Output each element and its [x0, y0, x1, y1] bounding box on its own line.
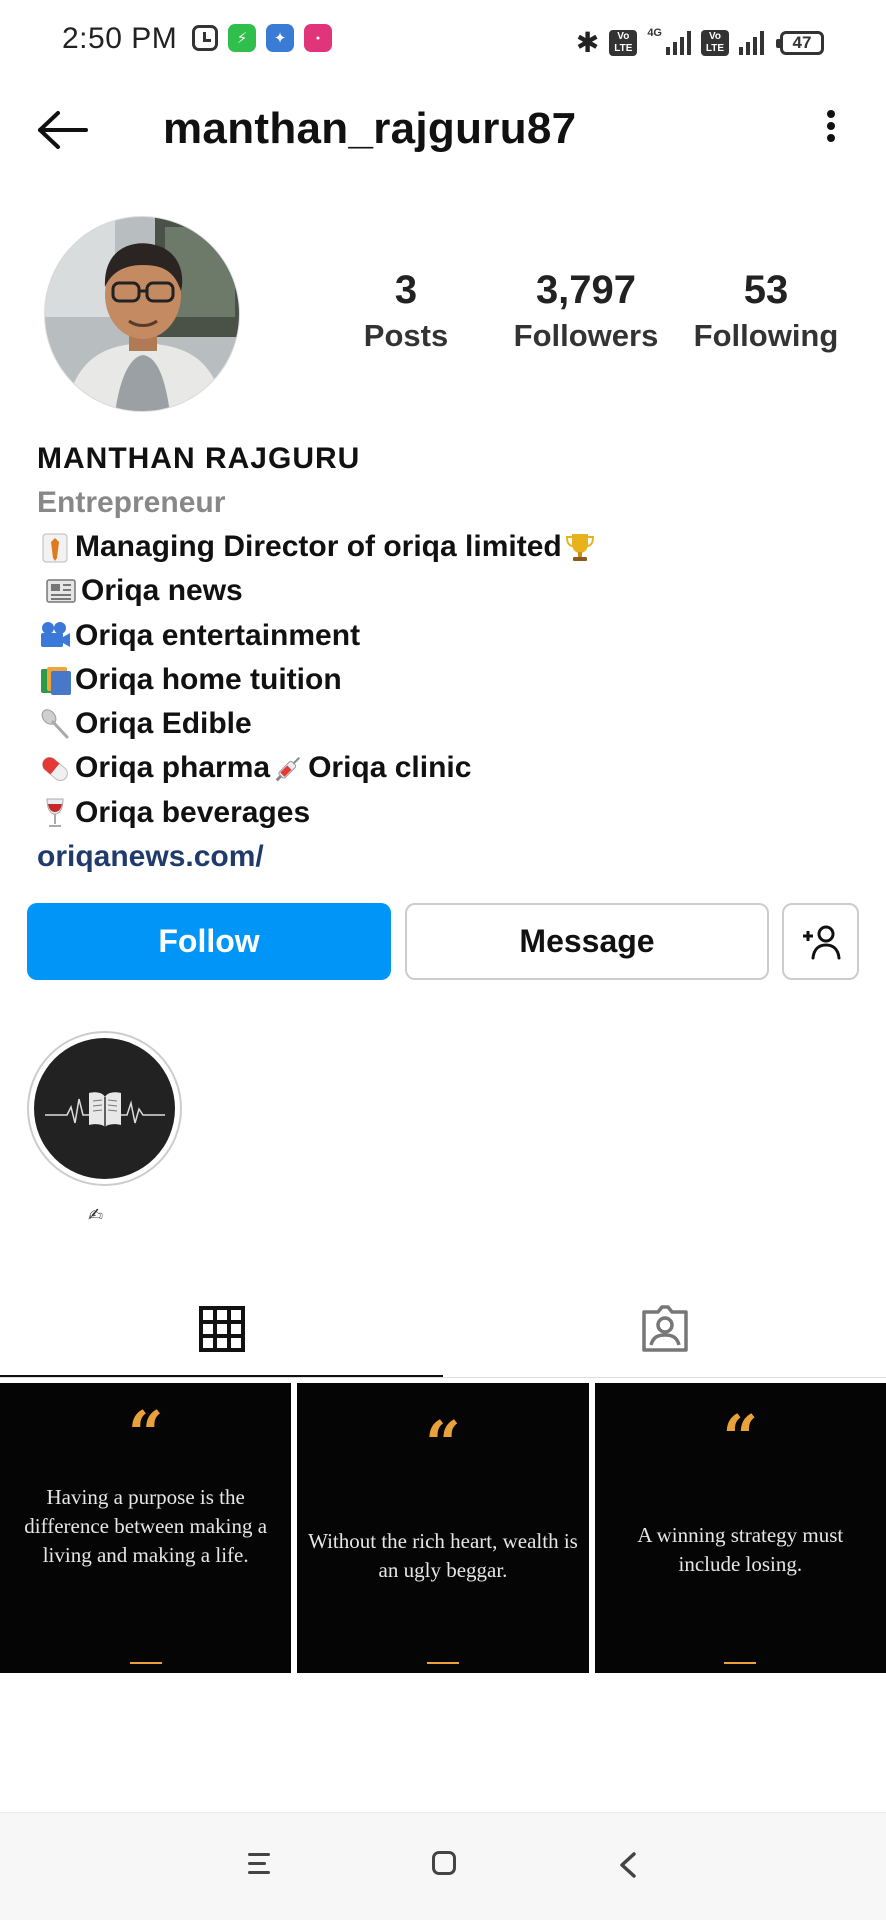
profile-bio: MANTHAN RAJGURU Entrepreneur Managing Di… — [37, 437, 857, 879]
bio-line-text: Oriqa entertainment — [75, 618, 361, 652]
bio-line-text: Oriqa clinic — [308, 751, 472, 785]
quote-accent-line — [129, 1662, 162, 1664]
book-heartbeat-icon — [44, 1091, 165, 1127]
network-type: 4G — [647, 26, 662, 39]
followers-count: 3,797 — [535, 268, 637, 312]
profile-display-name: MANTHAN RAJGURU — [37, 442, 361, 475]
profile-header-bar: manthan_rajguru87 — [0, 90, 886, 170]
volte-icon: Vo LTE — [609, 29, 638, 56]
grid-icon — [198, 1305, 245, 1352]
spoon-icon — [41, 709, 69, 739]
bio-line: Oriqa home tuition — [37, 658, 857, 702]
highlight-label: ✍ — [88, 1205, 104, 1225]
following-label: Following — [693, 318, 839, 353]
wine-glass-icon — [46, 798, 64, 827]
bio-line: Oriqa Edible — [37, 702, 857, 746]
tagged-person-icon — [641, 1304, 688, 1352]
posts-label: Posts — [363, 318, 449, 353]
newspaper-icon — [46, 579, 76, 604]
quote-accent-line — [426, 1662, 459, 1664]
status-time: 2:50 PM — [62, 22, 178, 55]
bio-line: Oriqa pharma Oriqa clinic — [37, 746, 857, 790]
add-person-icon — [802, 925, 840, 959]
suggested-users-button[interactable] — [782, 903, 859, 980]
profile-username: manthan_rajguru87 — [163, 104, 577, 153]
system-navigation-bar — [0, 1812, 886, 1920]
bio-line: Oriqa news — [37, 569, 857, 613]
stat-followers[interactable]: 3,797 Followers — [496, 266, 676, 354]
pill-icon — [42, 756, 68, 781]
following-count: 53 — [743, 268, 789, 312]
bio-line-text: Managing Director of oriqa limited — [75, 530, 562, 563]
post-tile[interactable]: “ Without the rich heart, wealth is an u… — [297, 1383, 589, 1673]
bio-line: Oriqa beverages — [37, 791, 857, 835]
profile-avatar[interactable] — [44, 216, 240, 412]
stat-following[interactable]: 53 Following — [676, 266, 856, 354]
bio-line-text: Oriqa news — [81, 574, 243, 608]
profile-category: Entrepreneur — [37, 486, 226, 519]
tab-tagged[interactable] — [443, 1280, 886, 1377]
bio-line-text: Oriqa Edible — [75, 707, 252, 741]
bio-line-text: Oriqa pharma — [75, 751, 271, 785]
followers-label: Followers — [513, 318, 659, 353]
bio-line-text: Oriqa home tuition — [75, 662, 342, 696]
books-icon — [41, 667, 71, 696]
status-system-icons: ✱ Vo LTE 4G Vo LTE 47 — [576, 26, 824, 59]
profile-website-link[interactable]: oriqanews.com/ — [37, 835, 857, 879]
tab-posts-grid[interactable] — [0, 1280, 443, 1377]
avatar-photo — [45, 217, 239, 411]
battery-icon: 47 — [776, 30, 824, 55]
bio-line: Oriqa entertainment — [37, 614, 857, 658]
quote-accent-line — [724, 1662, 757, 1664]
story-highlight[interactable] — [27, 1031, 182, 1186]
profile-stats: 3 Posts 3,797 Followers 53 Following — [316, 266, 856, 354]
status-notification-icons: ⚡ ✦ ● — [192, 24, 332, 52]
signal-icon-2 — [739, 30, 764, 55]
recent-apps-icon[interactable] — [248, 1853, 270, 1880]
home-icon[interactable] — [432, 1851, 456, 1875]
necktie-shirt-icon — [42, 533, 68, 563]
syringe-icon — [275, 756, 301, 781]
more-options-icon[interactable] — [816, 104, 846, 148]
posts-count: 3 — [394, 268, 418, 312]
back-arrow-icon[interactable] — [36, 110, 90, 150]
system-back-icon[interactable] — [618, 1851, 638, 1879]
quote-mark: “ — [722, 1401, 759, 1474]
twitter-icon: ✦ — [266, 24, 294, 52]
post-tile[interactable]: “ A winning strategy must include losing… — [594, 1383, 886, 1673]
post-tile[interactable]: “ Having a purpose is the difference bet… — [0, 1383, 292, 1673]
post-quote-text: Having a purpose is the difference betwe… — [24, 1485, 268, 1567]
volte-icon-2: Vo LTE — [701, 29, 729, 56]
meesho-icon: ● — [304, 24, 332, 52]
post-quote-text: Without the rich heart, wealth is an ugl… — [308, 1529, 578, 1582]
message-button[interactable]: Message — [405, 903, 769, 980]
profile-tabs — [0, 1280, 886, 1380]
quote-mark: “ — [425, 1407, 461, 1480]
status-bar: 2:50 PM ⚡ ✦ ● ✱ Vo LTE 4G Vo LTE 47 — [0, 0, 886, 80]
posts-grid: “ Having a purpose is the difference bet… — [0, 1383, 886, 1673]
movie-camera-icon — [41, 621, 70, 647]
bio-line: Managing Director of oriqa limited — [37, 525, 857, 569]
charging-app-icon: ⚡ — [228, 24, 256, 52]
highlight-cover — [34, 1038, 175, 1179]
stat-posts[interactable]: 3 Posts — [316, 266, 496, 354]
signal-icon — [666, 30, 691, 55]
bio-line-text: Oriqa beverages — [75, 795, 311, 829]
alarm-clock-icon — [192, 25, 218, 51]
tabs-divider — [0, 1377, 886, 1378]
post-quote-text: A winning strategy must include losing. — [637, 1523, 844, 1576]
bluetooth-icon: ✱ — [575, 27, 600, 58]
follow-button[interactable]: Follow — [27, 903, 391, 980]
trophy-icon — [565, 534, 594, 562]
quote-mark: “ — [127, 1397, 164, 1470]
